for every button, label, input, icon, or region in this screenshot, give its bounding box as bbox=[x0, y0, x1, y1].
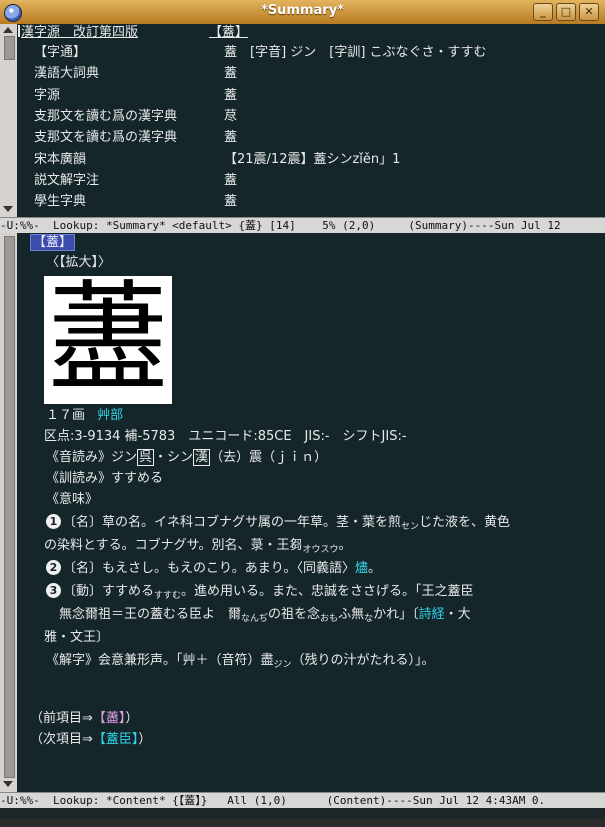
meaning-3-line1: 3 〔動〕すすめるすすむ。進め用いる。また、忠誠をささげる。「王之蓋臣 bbox=[46, 582, 474, 602]
code-info: 区点:3-9134 補-5783 ユニコード:85CE JIS:- シフトJIS… bbox=[44, 429, 407, 444]
stroke-count: １７画 bbox=[46, 408, 86, 423]
onyomi: 《音読み》ジン呉・シン漢（去）震（ｊｉｎ） bbox=[46, 449, 328, 466]
summary-row-label: 支那文を讀む爲の漢字典 bbox=[34, 130, 178, 146]
entry-heading: 【蓋】 bbox=[30, 233, 76, 253]
next-entry-link[interactable]: 【蓋臣】 bbox=[93, 732, 139, 747]
meaning-1-line1: 1 〔名〕草の名。イネ科コブナグサ属の一年草。茎・葉を煎センじた液を、黄色 bbox=[46, 513, 510, 533]
summary-row-label: 字源 bbox=[34, 87, 61, 103]
radical-link[interactable]: 艸部 bbox=[97, 408, 123, 423]
scroll-down-arrow-icon[interactable] bbox=[3, 206, 13, 212]
summary-pane[interactable]: 漢字源 改訂第四版 【蓋】 【字通】 蓋 [字音] ジン [字訓] こぶなぐさ・す… bbox=[18, 24, 605, 217]
minimize-button[interactable]: _ bbox=[533, 3, 553, 21]
summary-header-value: 【蓋】 bbox=[209, 25, 249, 40]
scroll-up-arrow-icon[interactable] bbox=[3, 27, 13, 33]
go-on-mark: 呉 bbox=[137, 449, 155, 466]
content-pane[interactable]: 【蓋】 〈【拡大】〉 藎 １７画 艸部 区点:3-9134 補-5783 ユニコ… bbox=[18, 233, 605, 792]
kan-on-mark: 漢 bbox=[193, 449, 211, 466]
summary-row-label: 宋本廣韻 bbox=[34, 151, 87, 167]
text-cursor bbox=[18, 25, 20, 37]
summary-row-label: 【字通】 bbox=[34, 45, 87, 60]
close-button[interactable]: ✕ bbox=[579, 3, 599, 21]
meaning-1-line2: の染料とする。コブナグサ。別名、菉・王芻オウスウ。 bbox=[44, 538, 352, 555]
summary-row-value: 蓋 bbox=[224, 66, 238, 82]
scroll-thumb[interactable] bbox=[4, 236, 15, 778]
stroke-info: １７画 艸部 bbox=[46, 406, 123, 426]
summary-row-value: 蓋 [字音] ジン [字訓] こぶなぐさ・すすむ bbox=[224, 45, 487, 60]
kunyomi: 《訓読み》すすめる bbox=[46, 471, 164, 486]
etymology: 《解字》会意兼形声。「艸＋（音符）盡ジン（残りの汁がたれる）」。 bbox=[46, 653, 435, 670]
prev-entry: （前項目⇒【藎】） bbox=[30, 711, 139, 726]
summary-scrollbar[interactable] bbox=[0, 24, 17, 217]
enlarged-kanji-image: 藎 bbox=[44, 276, 172, 404]
next-entry: （次項目⇒【蓋臣】） bbox=[30, 732, 152, 747]
shikyo-link[interactable]: 詩経 bbox=[419, 607, 445, 622]
synonym-link[interactable]: 燼 bbox=[355, 561, 368, 576]
summary-header-title: 漢字源 改訂第四版 bbox=[21, 25, 139, 40]
meaning-3-line2: 無念爾祖＝王の蓋むる臣よ 爾なんぢの祖を念おもふ無なかれ」〔詩経・大 bbox=[46, 607, 471, 624]
scroll-thumb[interactable] bbox=[4, 36, 15, 60]
summary-header[interactable]: 漢字源 改訂第四版 【蓋】 bbox=[18, 24, 248, 44]
number-1-icon: 1 bbox=[46, 514, 61, 529]
meaning-3-line3: 雅・文王〕 bbox=[44, 630, 110, 645]
summary-row-value: 蓋 bbox=[224, 87, 238, 103]
summary-row-value: 蓋 bbox=[224, 172, 238, 188]
summary-row-label: 支那文を讀む爲の漢字典 bbox=[34, 108, 178, 124]
window-title: *Summary* bbox=[261, 3, 344, 18]
number-3-icon: 3 bbox=[46, 583, 61, 598]
summary-row-label: 漢語大詞典 bbox=[34, 66, 100, 82]
entry-heading-text: 【蓋】 bbox=[30, 234, 76, 251]
summary-row-value: 【21震/12震】蓋シンzǐěn」1 bbox=[224, 151, 401, 167]
prev-entry-link[interactable]: 【藎】 bbox=[93, 711, 126, 726]
modeline-content: -U:%%- Lookup: *Content* {【蓋】} All (1,0)… bbox=[0, 792, 605, 808]
window-titlebar[interactable]: *Summary* _ □ ✕ bbox=[0, 0, 605, 25]
maximize-button[interactable]: □ bbox=[556, 3, 576, 21]
summary-row-label: 學生字典 bbox=[34, 194, 87, 210]
content-scrollbar[interactable] bbox=[0, 233, 17, 792]
scroll-down-arrow-icon[interactable] bbox=[3, 781, 13, 787]
summary-row-label: 説文解字注 bbox=[34, 172, 100, 188]
summary-row-value: 蓋 bbox=[224, 194, 238, 210]
meaning-2: 2 〔名〕もえさし。もえのこり。あまり。〈同義語〉燼。 bbox=[46, 559, 381, 579]
meaning-header: 《意味》 bbox=[46, 492, 99, 507]
modeline-summary: -U:%%- Lookup: *Summary* <default> {蓋} [… bbox=[0, 217, 605, 233]
enlarge-link[interactable]: 〈【拡大】〉 bbox=[46, 253, 111, 273]
emacs-frame: 漢字源 改訂第四版 【蓋】 【字通】 蓋 [字音] ジン [字訓] こぶなぐさ・す… bbox=[0, 24, 605, 819]
number-2-icon: 2 bbox=[46, 560, 61, 575]
summary-row-value: 蓋 bbox=[224, 130, 238, 146]
summary-row-value: 荩 bbox=[224, 108, 238, 124]
